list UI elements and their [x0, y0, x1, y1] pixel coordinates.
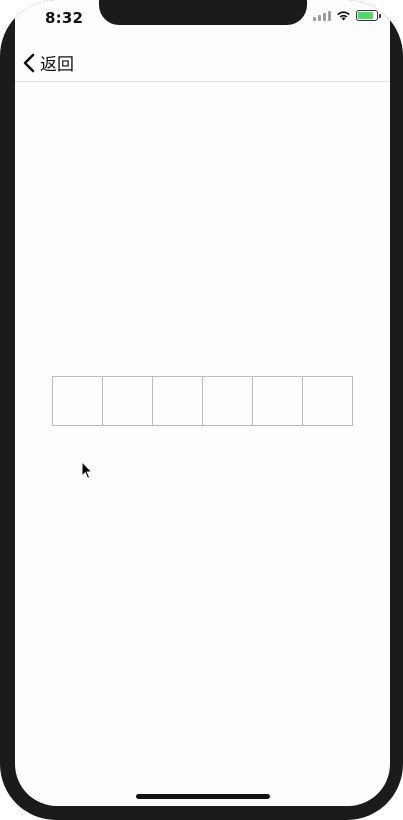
screen: 8:32 返回: [15, 0, 390, 806]
device-frame: 8:32 返回: [0, 0, 403, 820]
wifi-icon: [337, 11, 350, 21]
code-digit-4[interactable]: [203, 377, 253, 425]
home-indicator[interactable]: [136, 794, 270, 799]
code-digit-2[interactable]: [103, 377, 153, 425]
code-digit-1[interactable]: [53, 377, 103, 425]
notch: [99, 0, 307, 25]
code-digit-5[interactable]: [253, 377, 303, 425]
battery-charging-icon: [356, 10, 381, 21]
mouse-pointer-icon: [81, 461, 93, 479]
verification-code-input[interactable]: [52, 376, 353, 426]
navigation-bar: 返回: [15, 40, 390, 82]
code-digit-3[interactable]: [153, 377, 203, 425]
back-button-label: 返回: [40, 55, 74, 75]
back-button[interactable]: 返回: [23, 50, 74, 75]
chevron-left-icon: [23, 53, 35, 72]
code-digit-6[interactable]: [303, 377, 352, 425]
status-icons: [313, 10, 381, 21]
signal-icon: [313, 10, 331, 21]
status-time: 8:32: [45, 9, 84, 27]
